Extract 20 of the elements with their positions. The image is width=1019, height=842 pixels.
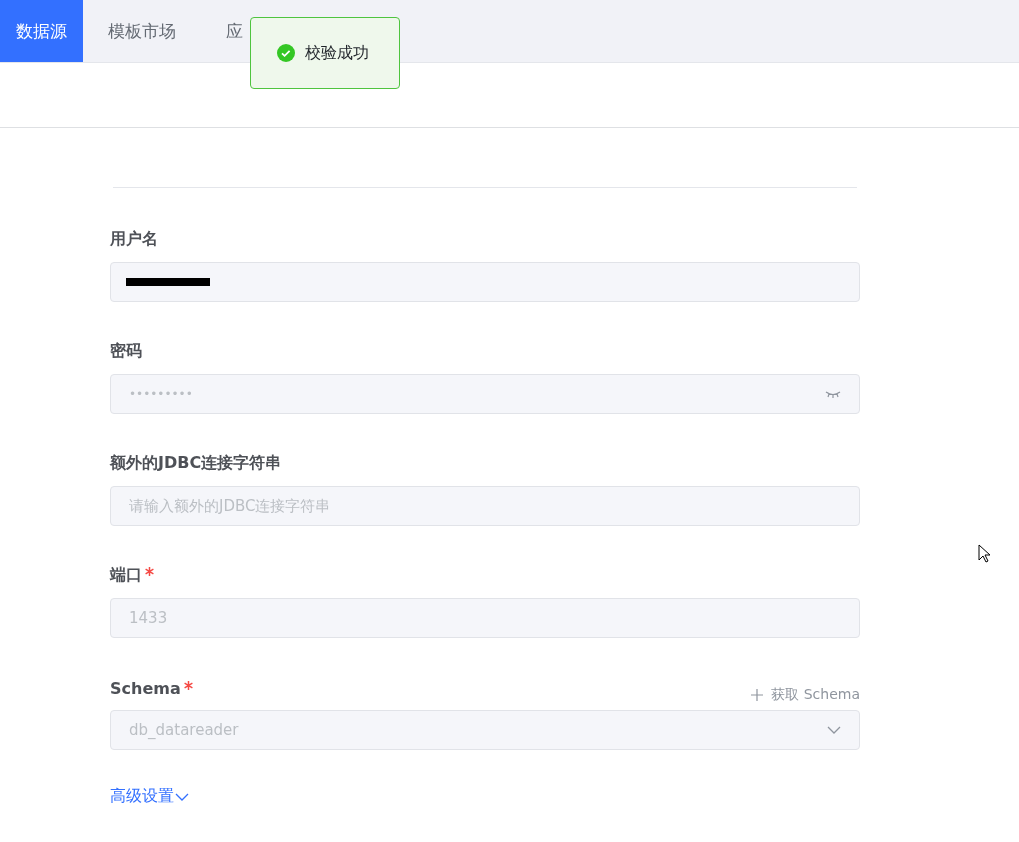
field-label: 端口	[110, 565, 142, 586]
required-asterisk-icon	[145, 567, 154, 576]
chevron-down-icon	[175, 792, 189, 801]
toast-message: 校验成功	[305, 42, 369, 64]
advanced-settings-link[interactable]: 高级设置	[110, 786, 189, 807]
closed-eye-icon	[825, 390, 841, 398]
tab[interactable]: 模板市场	[83, 0, 201, 62]
tab[interactable]: 应	[201, 0, 268, 62]
required-asterisk-icon	[183, 681, 193, 690]
field-label: 密码	[110, 341, 142, 362]
password-field[interactable]: •••••••••	[110, 374, 860, 414]
check-circle-icon	[277, 44, 295, 62]
mouse-pointer-icon	[978, 544, 991, 564]
field-label: Schema	[110, 679, 181, 698]
input-field[interactable]	[110, 262, 860, 302]
plus-icon	[751, 689, 764, 701]
tab[interactable]: 数据源	[0, 0, 83, 62]
chevron-down-icon	[827, 726, 841, 734]
field-label: 额外的JDBC连接字符串	[110, 453, 282, 474]
field-label: 用户名	[110, 229, 158, 250]
